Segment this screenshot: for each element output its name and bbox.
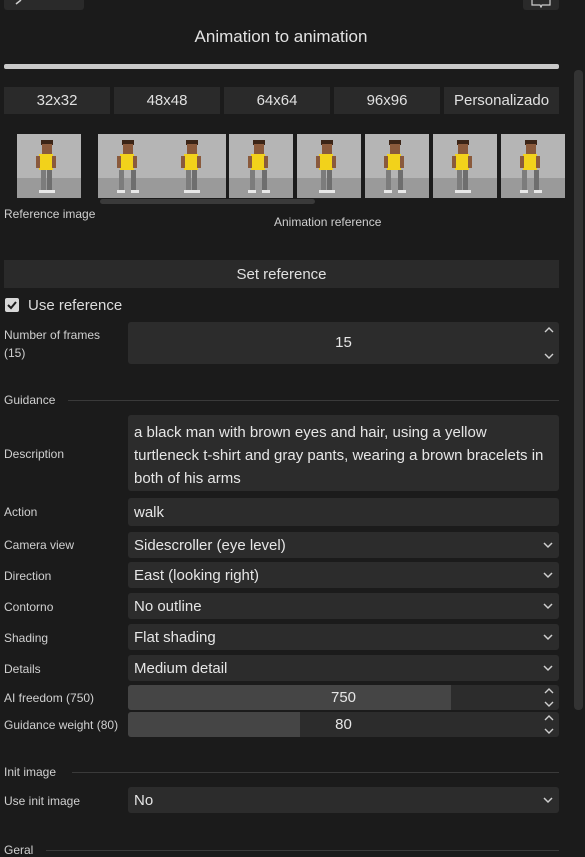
progress-bar <box>4 64 559 69</box>
ai-freedom-label: AI freedom (750) <box>4 691 95 705</box>
page-title: Animation to animation <box>194 27 368 46</box>
spin-arrows-icon[interactable] <box>543 685 555 710</box>
set-reference-button[interactable]: Set reference <box>4 260 559 288</box>
animation-frame <box>98 134 162 198</box>
back-arrow-icon <box>15 0 22 5</box>
guidance-weight-value: 80 <box>335 716 352 733</box>
guidance-weight-label: Guidance weight (80) <box>4 718 119 732</box>
init-image-divider <box>72 772 559 773</box>
details-select[interactable]: Medium detail <box>128 655 559 681</box>
action-input[interactable]: walk <box>128 498 559 526</box>
character-sprite <box>181 140 201 193</box>
size-64-button[interactable]: 64x64 <box>224 87 330 114</box>
animation-frame <box>501 134 565 198</box>
frames-spinbox[interactable]: 15 <box>128 322 559 364</box>
character-sprite <box>117 140 139 193</box>
shading-select[interactable]: Flat shading <box>128 624 559 650</box>
character-sprite <box>452 140 472 193</box>
size-custom-button[interactable]: Personalizado <box>444 87 559 114</box>
shading-label: Shading <box>4 631 49 645</box>
direction-value: East (looking right) <box>134 566 260 584</box>
use-init-image-value: No <box>134 791 154 809</box>
animation-frame <box>297 134 361 198</box>
action-label: Action <box>4 505 38 519</box>
chevron-down-icon <box>543 542 553 549</box>
details-label: Details <box>4 662 41 676</box>
spin-arrows-icon[interactable] <box>543 322 555 364</box>
camera-view-value: Sidescroller (eye level) <box>134 536 286 554</box>
character-sprite <box>248 140 270 193</box>
check-icon <box>7 301 17 310</box>
init-image-section-title: Init image <box>4 765 57 779</box>
contorno-label: Contorno <box>4 600 54 614</box>
size-48-button[interactable]: 48x48 <box>114 87 220 114</box>
geral-divider <box>46 850 559 851</box>
guidance-divider <box>68 400 559 401</box>
character-sprite <box>384 140 406 193</box>
direction-label: Direction <box>4 569 52 583</box>
details-value: Medium detail <box>134 659 228 677</box>
character-sprite <box>520 140 542 193</box>
reference-image-label: Reference image <box>4 207 96 221</box>
animation-frame <box>365 134 429 198</box>
help-book-button[interactable] <box>523 0 559 10</box>
geral-section-title: Geral <box>4 843 34 857</box>
use-init-image-select[interactable]: No <box>128 787 559 813</box>
reference-image-frame <box>17 134 81 198</box>
frames-label: Number of frames (15) <box>4 328 101 360</box>
shading-value: Flat shading <box>134 628 216 646</box>
chevron-down-icon <box>543 634 553 641</box>
guidance-section-title: Guidance <box>4 393 56 407</box>
size-96-button[interactable]: 96x96 <box>334 87 440 114</box>
vertical-scrollbar[interactable] <box>574 70 583 710</box>
ai-freedom-value: 750 <box>330 689 357 706</box>
size-32-button[interactable]: 32x32 <box>4 87 110 114</box>
action-value: walk <box>134 503 165 521</box>
use-reference-label: Use reference <box>28 297 123 314</box>
chevron-down-icon <box>543 797 553 804</box>
contorno-select[interactable]: No outline <box>128 593 559 619</box>
book-icon <box>531 0 551 8</box>
back-button[interactable] <box>4 0 84 10</box>
description-label: Description <box>4 447 65 461</box>
ai-freedom-slider[interactable]: 750 <box>128 685 559 710</box>
character-sprite <box>36 140 56 193</box>
animation-frame <box>433 134 497 198</box>
direction-select[interactable]: East (looking right) <box>128 562 559 588</box>
character-sprite <box>316 140 336 193</box>
guidance-weight-slider[interactable]: 80 <box>128 712 559 737</box>
chevron-down-icon <box>543 665 553 672</box>
frames-scrollbar[interactable] <box>100 199 315 204</box>
animation-frame <box>162 134 226 198</box>
use-init-image-label: Use init image <box>4 794 81 808</box>
spin-arrows-icon[interactable] <box>543 712 555 737</box>
frames-value: 15 <box>335 334 352 351</box>
description-textarea[interactable]: a black man with brown eyes and hair, us… <box>128 415 559 491</box>
description-text: a black man with brown eyes and hair, us… <box>134 424 544 487</box>
camera-view-label: Camera view <box>4 538 75 552</box>
contorno-value: No outline <box>134 597 202 615</box>
animation-frame <box>229 134 293 198</box>
camera-view-select[interactable]: Sidescroller (eye level) <box>128 532 559 558</box>
chevron-down-icon <box>543 572 553 579</box>
chevron-down-icon <box>543 603 553 610</box>
animation-reference-label: Animation reference <box>274 215 382 229</box>
use-reference-checkbox[interactable] <box>5 298 19 312</box>
